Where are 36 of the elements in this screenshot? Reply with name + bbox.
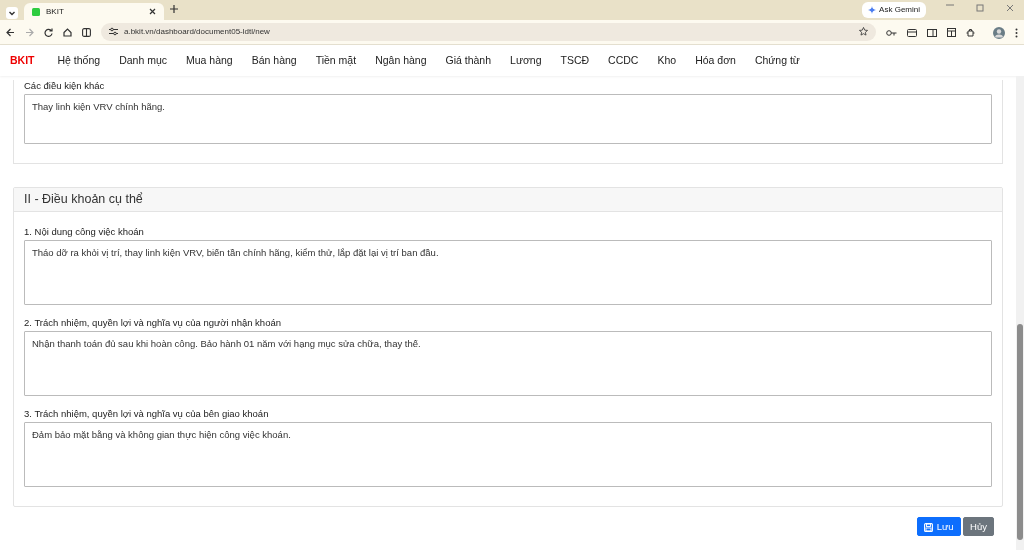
section-header: II - Điều khoản cụ thể: [14, 188, 1002, 212]
nav-link[interactable]: Hệ thống: [57, 52, 101, 69]
sparkle-icon: [868, 6, 877, 14]
textarea-field[interactable]: Thay linh kiện VRV chính hãng.: [24, 94, 992, 144]
star-icon[interactable]: [859, 26, 868, 38]
nav-link[interactable]: Giá thành: [445, 52, 492, 69]
brand-logo[interactable]: BKIT: [10, 52, 35, 69]
save-button[interactable]: Lưu: [916, 517, 961, 536]
textarea-field[interactable]: Đảm bảo mặt bằng và không gian thực hiện công việc khoán.: [24, 422, 992, 487]
tab-title[interactable]: BKIT: [46, 5, 143, 18]
field-label: Các điều kiện khác: [24, 80, 106, 92]
textarea-field[interactable]: Tháo dỡ ra khỏi vị trí, thay linh kiện VRV, biến tần chính hãng, kiểm thử, lắp đặt lại vị trí ban đầu.: [24, 240, 992, 305]
textarea-field[interactable]: Nhận thanh toán đủ sau khi hoàn công. Bảo hành 01 năm với hạng mục sửa chữa, thay thế.: [24, 331, 992, 396]
save-icon: [923, 520, 933, 533]
site-info-icon[interactable]: [109, 26, 118, 38]
field-label: 3. Trách nhiệm, quyền lợi và nghĩa vụ của bên giao khoán: [24, 408, 270, 420]
address-bar[interactable]: a.bkit.vn/dashboard/document05-ldtl/new: [101, 23, 876, 41]
nav-link[interactable]: CCDC: [608, 52, 639, 69]
ask-gemini-button[interactable]: Ask Gemini: [862, 2, 926, 18]
field-label: 2. Trách nhiệm, quyền lợi và nghĩa vụ của người nhận khoán: [24, 317, 282, 329]
nav-link[interactable]: Kho: [657, 52, 677, 69]
nav-link[interactable]: TSCĐ: [560, 52, 590, 69]
avatar-icon[interactable]: [993, 24, 1005, 40]
favicon-icon: [32, 7, 40, 16]
nav-link[interactable]: Bán hàng: [251, 52, 297, 69]
nav-link[interactable]: Ngân hàng: [375, 52, 427, 69]
nav-link[interactable]: Chứng từ: [754, 52, 800, 69]
nav-link[interactable]: Danh mục: [119, 52, 167, 69]
browser-tab[interactable]: BKIT: [24, 3, 164, 20]
nav-link[interactable]: Lương: [510, 52, 542, 69]
nav-link[interactable]: Hóa đơn: [695, 52, 736, 69]
cancel-button[interactable]: Hủy: [963, 517, 994, 536]
tab-search-icon[interactable]: [6, 5, 18, 20]
field-label: 1. Nội dung công việc khoán: [24, 226, 145, 238]
nav-link[interactable]: Tiền mặt: [315, 52, 357, 69]
nav-link[interactable]: Mua hàng: [186, 52, 233, 69]
